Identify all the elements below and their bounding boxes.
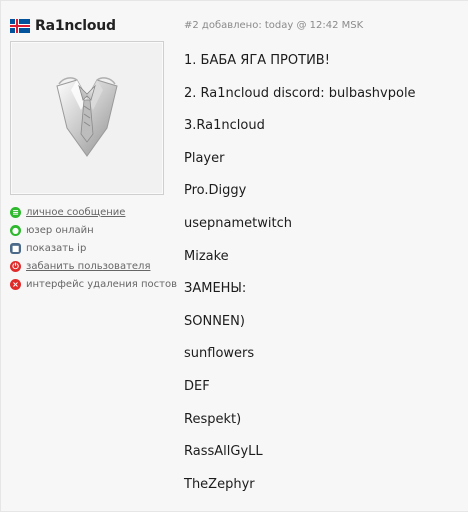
post-line: Mizake: [184, 248, 229, 264]
show-ip-label[interactable]: показать ip: [26, 243, 86, 254]
private-message-link[interactable]: личное сообщение: [26, 207, 125, 218]
post-line: 2. Ra1ncloud discord: bulbashvpole: [184, 85, 416, 101]
post-line: TheZephyr: [184, 476, 255, 492]
message-icon: ≡: [10, 206, 21, 218]
post-content: #2 добавлено: today @ 12:42 MSK 1. БАБА …: [184, 1, 468, 511]
ip-monitor-icon: ■: [10, 242, 21, 254]
action-private-message[interactable]: ≡ личное сообщение: [10, 204, 177, 220]
avatar: [10, 41, 164, 195]
author-line: Ra1ncloud: [10, 17, 116, 35]
author-username[interactable]: Ra1ncloud: [35, 18, 116, 34]
tuxedo-badge-icon: [56, 77, 118, 157]
action-ban-user[interactable]: ⏻ забанить пользователя: [10, 258, 177, 274]
post-line: DEF: [184, 378, 210, 394]
post-author-sidebar: Ra1ncloud ≡ личное сообщение ● юзер онла…: [1, 1, 177, 511]
post-line: sunflowers: [184, 346, 255, 362]
post-line: Player: [184, 150, 225, 166]
post-line: Respekt): [184, 411, 242, 427]
post-line: ЗАМЕНЫ:: [184, 281, 247, 297]
post-line: 3.Ra1ncloud: [184, 118, 265, 134]
forum-post: Ra1ncloud ≡ личное сообщение ● юзер онла…: [0, 0, 468, 512]
post-line: Pro.Diggy: [184, 183, 247, 199]
ban-icon: ⏻: [10, 260, 21, 272]
post-line: RassAllGyLL: [184, 444, 263, 460]
action-delete-posts[interactable]: × интерфейс удаления постов: [10, 276, 177, 292]
post-body: 1. БАБА ЯГА ПРОТИВ! 2. Ra1ncloud discord…: [184, 45, 416, 501]
action-show-ip[interactable]: ■ показать ip: [10, 240, 177, 256]
user-online-label: юзер онлайн: [26, 224, 94, 236]
post-line: SONNEN): [184, 313, 245, 329]
user-actions: ≡ личное сообщение ● юзер онлайн ■ показ…: [10, 204, 177, 294]
post-line: 1. БАБА ЯГА ПРОТИВ!: [184, 53, 330, 68]
online-status-icon: ●: [10, 224, 21, 236]
delete-posts-label[interactable]: интерфейс удаления постов: [26, 279, 177, 290]
iceland-flag-icon: [10, 19, 30, 33]
delete-icon: ×: [10, 278, 21, 290]
post-meta: #2 добавлено: today @ 12:42 MSK: [184, 20, 364, 31]
post-line: usepnametwitch: [184, 215, 292, 231]
ban-user-link[interactable]: забанить пользователя: [26, 261, 150, 272]
action-user-online: ● юзер онлайн: [10, 222, 177, 238]
